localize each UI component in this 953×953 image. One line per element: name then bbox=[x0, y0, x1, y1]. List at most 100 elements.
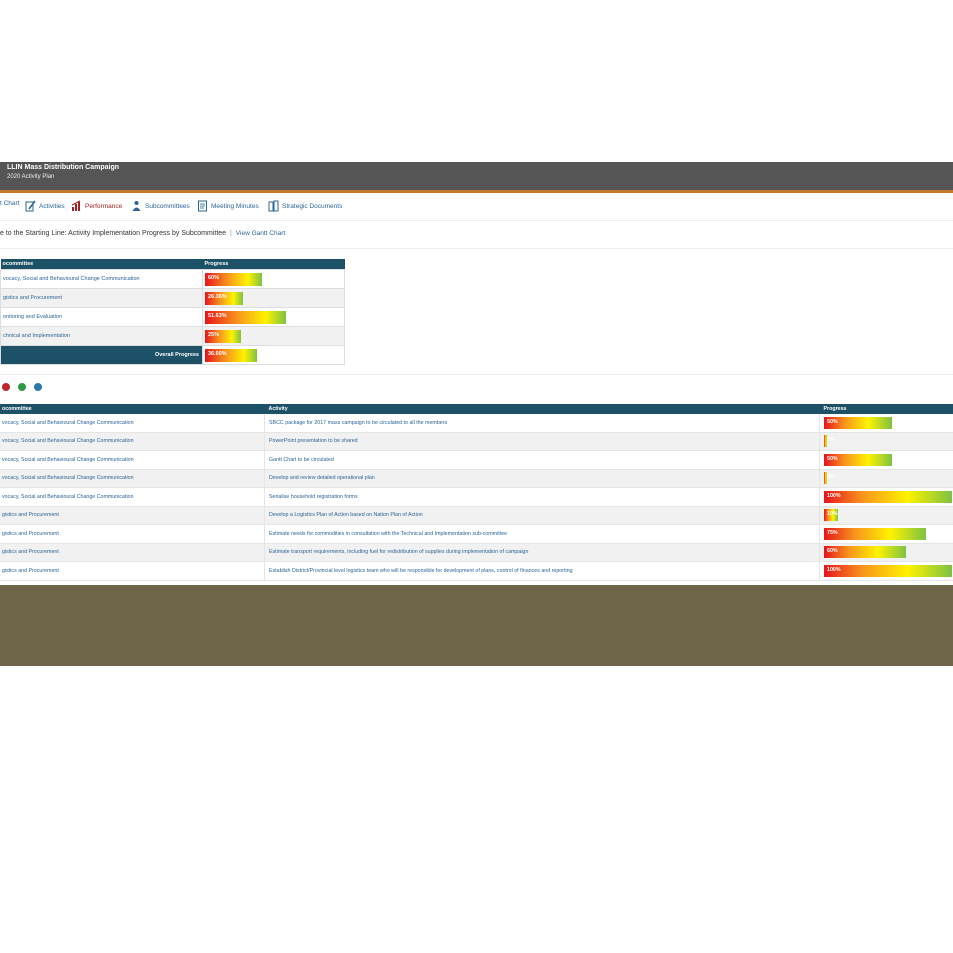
nav-label: Performance bbox=[85, 202, 123, 210]
subcommittee-link[interactable]: vocacy, Social and Behavioural Change Co… bbox=[0, 269, 203, 289]
nav-label: t Chart bbox=[0, 200, 20, 207]
activity-link[interactable]: Serialise household registration forms bbox=[264, 487, 820, 507]
nav-label: Strategic Documents bbox=[282, 202, 343, 210]
overall-progress-value: 36.00% bbox=[208, 350, 227, 357]
overall-progress-label: Overall Progress bbox=[0, 345, 203, 365]
view-gantt-chart-link[interactable]: View Gantt Chart bbox=[236, 230, 285, 237]
subcommittee-link[interactable]: vocacy, Social and Behavioural Change Co… bbox=[0, 414, 265, 433]
table-header-row: ocommittee Progress bbox=[0, 259, 345, 270]
progress-bar: 100% bbox=[824, 564, 952, 577]
progress-value: 60% bbox=[208, 274, 220, 281]
progress-bar: 75% bbox=[824, 527, 926, 540]
table-row: gistics and Procurement Develop a Logisti… bbox=[0, 506, 953, 525]
progress-value: 100% bbox=[827, 492, 841, 499]
progress-value: 50% bbox=[827, 418, 838, 425]
table-row: onitoring and Evaluation 51.63% bbox=[0, 307, 345, 327]
column-header-progress: Progress bbox=[202, 259, 345, 270]
nav-activities[interactable]: Activities bbox=[25, 200, 65, 212]
divider bbox=[0, 248, 953, 249]
activity-link[interactable]: Estimate transport requirements, includi… bbox=[264, 543, 820, 562]
progress-value: 25% bbox=[208, 331, 220, 338]
table-row: vocacy, Social and Behavioural Change Co… bbox=[0, 414, 953, 433]
column-header-activity: Activity bbox=[264, 404, 820, 414]
progress-value: 51.63% bbox=[208, 312, 227, 319]
chart-icon bbox=[71, 200, 81, 211]
table-row: chnical and Implementation 25% bbox=[0, 326, 345, 346]
overall-progress-bar: 36.00% bbox=[205, 348, 257, 362]
pencil-note-icon bbox=[25, 200, 36, 212]
activity-link[interactable]: SBCC package for 2017 mass campaign to b… bbox=[264, 414, 820, 433]
divider bbox=[0, 374, 953, 375]
progress-bar: 10% bbox=[824, 509, 838, 522]
table-row: vocacy, Social and Behavioural Change Co… bbox=[0, 469, 953, 488]
documents-icon bbox=[268, 200, 279, 212]
table-row: gistics and Procurement Estimate transpor… bbox=[0, 543, 953, 562]
activity-link[interactable]: Gantt Chart to be circulated bbox=[264, 450, 820, 470]
nav-performance[interactable]: Performance bbox=[71, 200, 122, 212]
progress-value: 100% bbox=[827, 566, 841, 573]
nav-label: Activities bbox=[39, 202, 65, 210]
subcommittee-link[interactable]: gistics and Procurement bbox=[0, 543, 265, 562]
table-row: vocacy, Social and Behavioural Change Co… bbox=[0, 450, 953, 470]
progress-value: 50% bbox=[827, 455, 838, 462]
progress-bar: 0% bbox=[824, 472, 835, 485]
summary-progress-table: ocommittee Progress vocacy, Social and B… bbox=[0, 259, 345, 365]
page-heading: e to the Starting Line: Activity Impleme… bbox=[0, 230, 285, 237]
heading-separator: | bbox=[230, 230, 232, 237]
table-header-row: ocommittee Activity Progress bbox=[0, 404, 953, 414]
progress-bar: 50% bbox=[824, 416, 892, 429]
subcommittee-link[interactable]: gistics and Procurement bbox=[0, 524, 265, 544]
progress-value: 0% bbox=[827, 474, 835, 481]
subcommittee-link[interactable]: gistics and Procurement bbox=[0, 288, 203, 308]
people-icon bbox=[132, 201, 141, 211]
nav-gantt-chart[interactable]: t Chart bbox=[0, 200, 20, 207]
progress-bar: 26.36% bbox=[205, 291, 243, 305]
page-title: e to the Starting Line: Activity Impleme… bbox=[0, 230, 227, 237]
pdf-icon[interactable] bbox=[2, 383, 10, 391]
subcommittee-link[interactable]: vocacy, Social and Behavioural Change Co… bbox=[0, 450, 265, 470]
overlay-band bbox=[0, 585, 953, 666]
progress-value: 10% bbox=[827, 511, 838, 518]
progress-value: 75% bbox=[827, 529, 838, 536]
app-header: LLIN Mass Distribution Campaign 2020 Act… bbox=[0, 162, 953, 193]
subcommittee-link[interactable]: gistics and Procurement bbox=[0, 561, 265, 581]
column-header-subcommittee: ocommittee bbox=[0, 259, 203, 270]
nav-meeting-minutes[interactable]: Meeting Minutes bbox=[197, 200, 259, 212]
progress-bar: 0% bbox=[824, 435, 835, 448]
progress-value: 26.36% bbox=[208, 293, 227, 300]
progress-value: 60% bbox=[827, 548, 838, 555]
column-header-progress: Progress bbox=[819, 404, 953, 414]
subcommittee-link[interactable]: vocacy, Social and Behavioural Change Co… bbox=[0, 432, 265, 451]
activity-link[interactable]: PowerPoint presentation to be shared bbox=[264, 432, 820, 451]
column-header-subcommittee: ocommittee bbox=[0, 404, 265, 414]
progress-bar: 100% bbox=[824, 490, 952, 503]
activity-link[interactable]: Develop and review detailed operational … bbox=[264, 469, 820, 488]
progress-value: 0% bbox=[827, 437, 835, 444]
app-subtitle: 2020 Activity Plan bbox=[7, 174, 55, 180]
progress-bar: 50% bbox=[824, 453, 892, 466]
nav-subcommittees[interactable]: Subcommittees bbox=[131, 200, 190, 212]
activity-link[interactable]: Estimate needs for commodities in consul… bbox=[264, 524, 820, 544]
subcommittee-link[interactable]: gistics and Procurement bbox=[0, 506, 265, 525]
add-icon[interactable] bbox=[34, 383, 42, 391]
subcommittee-link[interactable]: chnical and Implementation bbox=[0, 326, 203, 346]
table-row: vocacy, Social and Behavioural Change Co… bbox=[0, 487, 953, 507]
subcommittee-link[interactable]: vocacy, Social and Behavioural Change Co… bbox=[0, 487, 265, 507]
activity-link[interactable]: Develop a Logistics Plan of Action based… bbox=[264, 506, 820, 525]
activity-link[interactable]: Establish District/Provincial level logi… bbox=[264, 561, 820, 581]
excel-icon[interactable] bbox=[18, 383, 26, 391]
table-row: gistics and Procurement Estimate needs fo… bbox=[0, 524, 953, 544]
subcommittee-link[interactable]: onitoring and Evaluation bbox=[0, 307, 203, 327]
nav-strategic-documents[interactable]: Strategic Documents bbox=[268, 200, 342, 212]
notes-icon bbox=[198, 200, 207, 212]
app-title: LLIN Mass Distribution Campaign bbox=[7, 164, 120, 171]
progress-bar: 60% bbox=[205, 272, 262, 286]
overall-row: Overall Progress 36.00% bbox=[0, 345, 345, 365]
export-toolbar bbox=[2, 383, 42, 391]
app-screenshot: LLIN Mass Distribution Campaign 2020 Act… bbox=[0, 162, 953, 585]
nav-label: Meeting Minutes bbox=[211, 202, 259, 210]
subcommittee-link[interactable]: vocacy, Social and Behavioural Change Co… bbox=[0, 469, 265, 488]
table-row: gistics and Procurement Establish Distric… bbox=[0, 561, 953, 581]
progress-bar: 60% bbox=[824, 546, 906, 559]
nav-label: Subcommittees bbox=[145, 202, 190, 210]
